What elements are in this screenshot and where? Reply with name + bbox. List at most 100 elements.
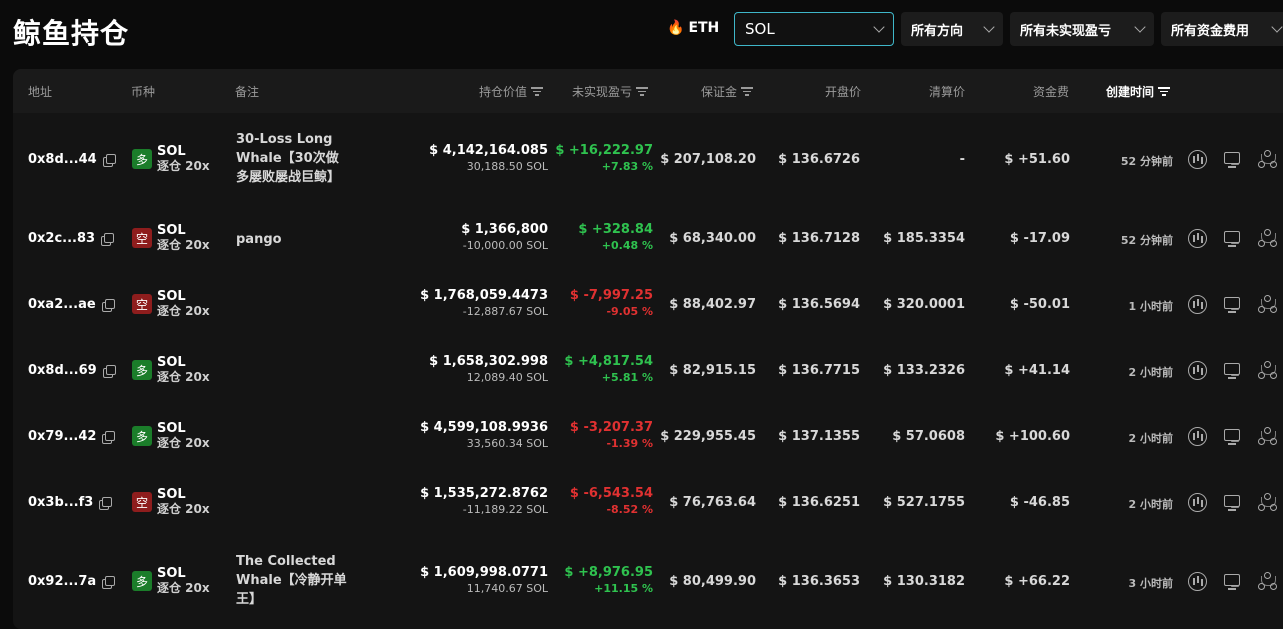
col-pnl-sort[interactable]: 未实现盈亏 bbox=[572, 83, 649, 100]
address-cell[interactable]: 0x2c...83 bbox=[28, 231, 115, 246]
table-header: 地址 币种 备注 持仓价值 未实现盈亏 保证金 开盘价 清算价 资金费 创建时间 bbox=[13, 69, 1283, 113]
created-time-cell: 1 小时前 bbox=[1128, 300, 1173, 313]
address-text[interactable]: 0x92...7a bbox=[28, 574, 96, 589]
funding-cell: $ -46.85 bbox=[1009, 495, 1070, 510]
address-cell[interactable]: 0x3b...f3 bbox=[28, 495, 113, 510]
margin-mode: 逐仓 20x bbox=[157, 502, 210, 516]
copy-icon[interactable] bbox=[101, 298, 115, 312]
margin-mode: 逐仓 20x bbox=[157, 370, 210, 384]
unrealized-pnl-select[interactable]: 所有未实现盈亏 bbox=[1010, 12, 1154, 46]
share-icon[interactable] bbox=[1258, 493, 1277, 512]
chart-icon[interactable] bbox=[1188, 361, 1207, 380]
coin-symbol: SOL bbox=[157, 144, 186, 159]
address-cell[interactable]: 0x79...42 bbox=[28, 429, 116, 444]
top-bar: 鲸鱼持仓 🔥 ETH 所有方向 所有未实现盈亏 所有资金费用 bbox=[0, 0, 1283, 62]
share-icon[interactable] bbox=[1258, 150, 1277, 169]
position-size: 30,188.50 SOL bbox=[466, 160, 548, 173]
copy-icon[interactable] bbox=[102, 430, 116, 444]
address-cell[interactable]: 0x92...7a bbox=[28, 574, 116, 589]
eth-filter[interactable]: 🔥 ETH bbox=[667, 20, 719, 36]
monitor-icon[interactable] bbox=[1223, 427, 1242, 446]
chart-icon[interactable] bbox=[1188, 427, 1207, 446]
col-value-sort[interactable]: 持仓价值 bbox=[479, 83, 544, 100]
address-cell[interactable]: 0xa2...ae bbox=[28, 297, 115, 312]
chart-icon[interactable] bbox=[1188, 572, 1207, 591]
chart-icon[interactable] bbox=[1188, 229, 1207, 248]
position-value-cell: $ 4,142,164.085 30,188.50 SOL bbox=[429, 143, 548, 175]
position-size: -12,887.67 SOL bbox=[462, 305, 548, 318]
col-margin-sort[interactable]: 保证金 bbox=[701, 83, 754, 100]
chevron-down-icon bbox=[1271, 21, 1283, 33]
funding-cell: $ -17.09 bbox=[1009, 231, 1070, 246]
chart-icon[interactable] bbox=[1188, 150, 1207, 169]
address-text[interactable]: 0x8d...44 bbox=[28, 152, 97, 167]
copy-icon[interactable] bbox=[102, 153, 116, 167]
symbol-search-input[interactable] bbox=[745, 20, 855, 38]
unrealized-pnl-cell: $ -7,997.25 -9.05 % bbox=[570, 288, 653, 320]
coin-cell: 空 SOL 逐仓 20x bbox=[132, 289, 210, 319]
coin-symbol: SOL bbox=[157, 487, 186, 502]
margin-cell: $ 88,402.97 bbox=[669, 297, 756, 312]
liq-price-cell: - bbox=[959, 152, 965, 167]
row-actions bbox=[1188, 361, 1277, 380]
direction-select[interactable]: 所有方向 bbox=[901, 12, 1003, 46]
address-cell[interactable]: 0x8d...44 bbox=[28, 152, 116, 167]
margin-mode: 逐仓 20x bbox=[157, 436, 210, 450]
chevron-down-icon bbox=[1134, 21, 1146, 33]
monitor-icon[interactable] bbox=[1223, 361, 1242, 380]
address-cell[interactable]: 0x8d...69 bbox=[28, 363, 116, 378]
copy-icon[interactable] bbox=[102, 364, 116, 378]
address-text[interactable]: 0xa2...ae bbox=[28, 297, 96, 312]
funding-cell: $ +66.22 bbox=[1004, 574, 1070, 589]
liq-price-cell: $ 185.3354 bbox=[883, 231, 965, 246]
symbol-search-select[interactable] bbox=[734, 12, 894, 46]
share-icon[interactable] bbox=[1258, 572, 1277, 591]
funding-cell: $ -50.01 bbox=[1009, 297, 1070, 312]
monitor-icon[interactable] bbox=[1223, 295, 1242, 314]
chart-icon[interactable] bbox=[1188, 295, 1207, 314]
share-icon[interactable] bbox=[1258, 427, 1277, 446]
unrealized-pnl-cell: $ +328.84 +0.48 % bbox=[578, 222, 653, 254]
coin-cell: 多 SOL 逐仓 20x bbox=[132, 421, 210, 451]
col-funding: 资金费 bbox=[1033, 85, 1070, 99]
note-cell: The Collected Whale【冷静开单王】 bbox=[236, 554, 347, 607]
address-text[interactable]: 0x2c...83 bbox=[28, 231, 95, 246]
address-text[interactable]: 0x8d...69 bbox=[28, 363, 97, 378]
open-price-cell: $ 136.3653 bbox=[778, 574, 860, 589]
row-actions bbox=[1188, 150, 1277, 169]
address-text[interactable]: 0x3b...f3 bbox=[28, 495, 93, 510]
chart-icon[interactable] bbox=[1188, 493, 1207, 512]
liq-price-cell: $ 133.2326 bbox=[883, 363, 965, 378]
note-cell: pango bbox=[236, 232, 282, 247]
unrealized-pnl-select-label: 所有未实现盈亏 bbox=[1020, 23, 1112, 39]
position-value-cell: $ 1,535,272.8762 -11,189.22 SOL bbox=[420, 486, 548, 518]
share-icon[interactable] bbox=[1258, 229, 1277, 248]
funding-select[interactable]: 所有资金费用 bbox=[1161, 12, 1283, 46]
created-time-cell: 2 小时前 bbox=[1128, 498, 1173, 511]
col-coin: 币种 bbox=[131, 85, 156, 99]
monitor-icon[interactable] bbox=[1223, 572, 1242, 591]
created-time-cell: 52 分钟前 bbox=[1120, 234, 1173, 247]
liq-price-cell: $ 527.1755 bbox=[883, 495, 965, 510]
position-size: 11,740.67 SOL bbox=[466, 582, 548, 595]
monitor-icon[interactable] bbox=[1223, 150, 1242, 169]
copy-icon[interactable] bbox=[99, 496, 113, 510]
monitor-icon[interactable] bbox=[1223, 493, 1242, 512]
address-text[interactable]: 0x79...42 bbox=[28, 429, 96, 444]
monitor-icon[interactable] bbox=[1223, 229, 1242, 248]
copy-icon[interactable] bbox=[101, 232, 115, 246]
margin-cell: $ 76,763.64 bbox=[669, 495, 756, 510]
position-value-cell: $ 1,609,998.0771 11,740.67 SOL bbox=[420, 565, 548, 597]
margin-cell: $ 68,340.00 bbox=[669, 231, 756, 246]
side-badge: 空 bbox=[132, 228, 152, 248]
margin-cell: $ 207,108.20 bbox=[660, 152, 756, 167]
unrealized-pnl: $ -6,543.54 bbox=[569, 486, 653, 501]
col-created-sort[interactable]: 创建时间 bbox=[1106, 83, 1171, 100]
copy-icon[interactable] bbox=[102, 575, 116, 589]
side-badge: 多 bbox=[132, 149, 152, 169]
share-icon[interactable] bbox=[1258, 361, 1277, 380]
side-badge: 空 bbox=[132, 492, 152, 512]
sort-icon bbox=[741, 87, 754, 96]
share-icon[interactable] bbox=[1258, 295, 1277, 314]
margin-mode: 逐仓 20x bbox=[157, 238, 210, 252]
